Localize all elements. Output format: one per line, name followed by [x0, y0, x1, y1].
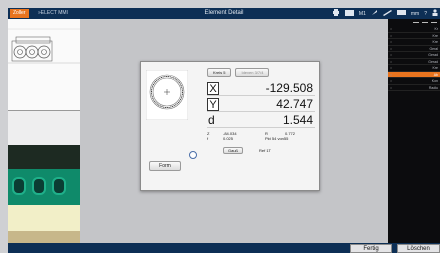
list-view-icon[interactable]	[431, 22, 437, 23]
tab-circle[interactable]: Kreis 5	[207, 68, 232, 77]
bottom-bar: Fertig Löschen	[8, 243, 440, 253]
element-type-icon: ○	[390, 66, 393, 70]
element-type-icon: ○	[390, 59, 393, 64]
value-y: 42.747	[276, 97, 313, 111]
camera-hole	[12, 177, 26, 195]
dialog-tabs: Kreis 5 Ideven 3/7/4	[207, 68, 270, 77]
list-item-label: Geral	[429, 46, 438, 51]
axis-label-d: d	[208, 113, 215, 127]
value-x: -129.508	[265, 81, 313, 95]
list-item-label: Ab	[433, 72, 438, 77]
list-item-label: Kre	[432, 33, 438, 38]
list-item-label: Kre	[432, 40, 438, 44]
camera-hole	[52, 177, 66, 195]
ruler-icon[interactable]	[396, 10, 406, 17]
part-outline-drawing	[8, 28, 80, 64]
list-view-icon[interactable]	[413, 22, 419, 23]
camera-band-bottom	[8, 231, 80, 243]
value-d: 1.544	[282, 113, 313, 127]
part-outline-view[interactable]	[8, 19, 80, 111]
axis-label-y[interactable]: Y	[207, 98, 219, 111]
element-detail-dialog: Kreis 5 Ideven 3/7/4 X -129.508 Y 42.747…	[140, 61, 320, 191]
list-item-label: Kr	[434, 27, 439, 31]
status-text: M1	[358, 10, 366, 17]
element-type-icon: ○	[390, 46, 393, 51]
title-bar: Zoller »ELECT MMI Element Detail M1 mm ?	[8, 8, 440, 19]
list-view-icon[interactable]	[422, 22, 428, 23]
circle-form-plot	[146, 70, 188, 120]
axis-label-x[interactable]: X	[207, 82, 219, 95]
status-circle-icon	[189, 151, 197, 159]
camera-view[interactable]	[8, 145, 80, 243]
toolbar-icons: M1 mm ?	[332, 8, 438, 19]
element-type-icon: ○	[390, 27, 393, 31]
wrench-icon[interactable]	[371, 9, 378, 18]
element-type-icon: ○	[390, 79, 393, 83]
gauss-button[interactable]: Gauß	[223, 147, 244, 154]
point-count: Pkt 54 von55	[265, 136, 289, 141]
done-button[interactable]: Fertig	[350, 244, 392, 253]
form-button[interactable]: Form	[149, 161, 181, 171]
camera-band-light	[8, 205, 80, 231]
readout-x: X -129.508	[207, 81, 315, 96]
list-item-label: Radiu	[428, 85, 438, 90]
element-type-icon: ○	[390, 53, 393, 57]
list-item-label: Kre	[432, 66, 438, 70]
readout-d: d 1.544	[207, 113, 315, 128]
element-type-icon: ○	[390, 40, 393, 44]
keyboard-icon[interactable]	[344, 9, 354, 18]
camera-hole	[32, 177, 46, 195]
list-item-label: Kon	[431, 79, 438, 83]
help-icon[interactable]: ?	[424, 11, 427, 17]
printer-icon[interactable]	[332, 9, 340, 18]
unit-label: mm	[410, 10, 420, 17]
f-value: 0.025	[223, 136, 234, 141]
probe-icon[interactable]	[382, 9, 392, 18]
element-list-panel: ○ Kr ○ Kre ○ Kre ○ Geral ○ Gerad ○ Gerad ○ Kre ○ Ab ○ Kon…	[388, 19, 440, 243]
element-type-icon: ○	[390, 33, 393, 38]
list-header	[388, 19, 440, 26]
delete-button[interactable]: Löschen	[397, 244, 440, 253]
app-window: Zoller »ELECT MMI Element Detail M1 mm ?	[0, 0, 440, 253]
reference-label: Ref 1T	[259, 148, 272, 153]
element-list: ○ Kr ○ Kre ○ Kre ○ Geral ○ Gerad ○ Gerad ○ Kre ○ Ab ○ Kon…	[388, 26, 440, 91]
camera-band-top	[8, 145, 80, 169]
list-item-label: Gerad	[428, 59, 438, 64]
readout-y: Y 42.747	[207, 97, 315, 112]
tab-ideal[interactable]: Ideven 3/7/4	[235, 68, 270, 77]
element-type-icon: ○	[390, 85, 393, 90]
list-item[interactable]: ○ Radiu	[388, 85, 440, 91]
list-item-label: Gerad	[428, 53, 438, 57]
left-panel	[8, 19, 80, 243]
user-icon[interactable]	[432, 9, 438, 18]
element-type-icon: ○	[390, 72, 393, 77]
f-label: f	[207, 136, 209, 141]
detail-values: Z -84.034 R 0.772 f 0.025 Pkt 54 von55	[207, 131, 317, 141]
